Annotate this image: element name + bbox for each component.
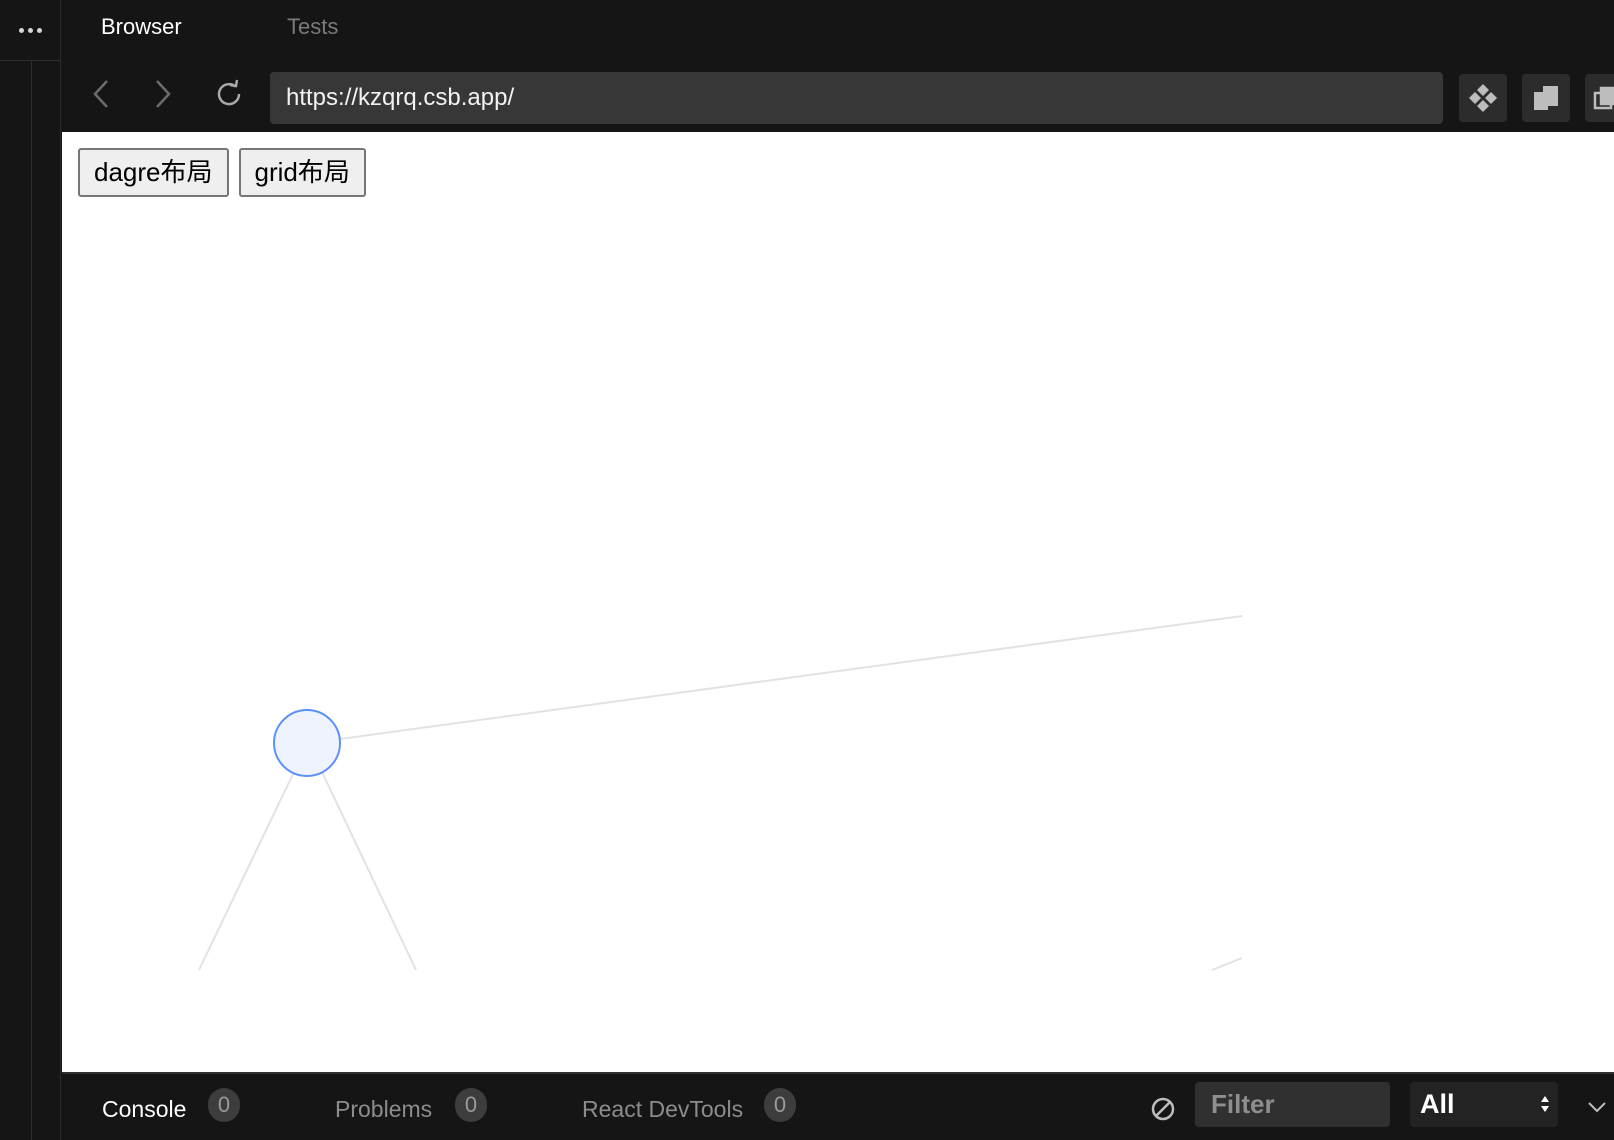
clear-console-icon[interactable]	[1150, 1096, 1176, 1122]
more-options-icon[interactable]	[0, 0, 61, 61]
graph-edge	[321, 771, 417, 971]
chevron-right-icon	[156, 80, 171, 108]
window-stack-icon	[1593, 86, 1614, 110]
graph-edge	[1211, 957, 1243, 971]
log-level-select[interactable]: All	[1410, 1082, 1558, 1127]
chevron-left-icon	[93, 80, 108, 108]
extension-button[interactable]	[1459, 74, 1507, 122]
reload-icon	[217, 79, 241, 106]
graph-canvas[interactable]	[62, 132, 1614, 1072]
graph-edge	[198, 771, 295, 971]
graph-node[interactable]	[273, 709, 341, 777]
open-in-window-button[interactable]	[1522, 74, 1570, 122]
tab-console[interactable]: Console	[102, 1096, 186, 1123]
url-input[interactable]: https://kzqrq.csb.app/	[270, 72, 1443, 124]
chevron-down-icon[interactable]	[1586, 1096, 1608, 1118]
log-level-value: All	[1420, 1089, 1455, 1119]
devtools-count-badge: 0	[764, 1088, 796, 1122]
left-sidebar-strip	[0, 0, 61, 1140]
preview-tab-bar: Browser Tests	[61, 0, 1614, 56]
devtools-panel: Console 0 Problems 0 React DevTools 0 Al…	[62, 1072, 1614, 1140]
forward-button[interactable]	[145, 76, 181, 112]
tab-problems[interactable]: Problems	[335, 1096, 432, 1123]
tab-browser[interactable]: Browser	[101, 14, 182, 40]
graph-edge	[339, 615, 1243, 740]
diamond-grid-icon	[1469, 84, 1497, 112]
back-button[interactable]	[83, 76, 119, 112]
problems-count-badge: 0	[455, 1088, 487, 1122]
console-count-badge: 0	[208, 1088, 240, 1122]
copy-window-icon	[1534, 86, 1558, 110]
console-filter-input[interactable]	[1195, 1082, 1390, 1127]
reload-button[interactable]	[211, 76, 247, 112]
tab-tests[interactable]: Tests	[287, 14, 338, 40]
select-arrows-icon	[1541, 1096, 1549, 1112]
sidebar-divider	[31, 61, 32, 1140]
browser-nav-bar: https://kzqrq.csb.app/	[61, 56, 1614, 132]
tab-react-devtools[interactable]: React DevTools	[582, 1096, 743, 1123]
popout-button[interactable]	[1585, 74, 1614, 122]
browser-preview: dagre布局 grid布局	[62, 132, 1614, 1072]
